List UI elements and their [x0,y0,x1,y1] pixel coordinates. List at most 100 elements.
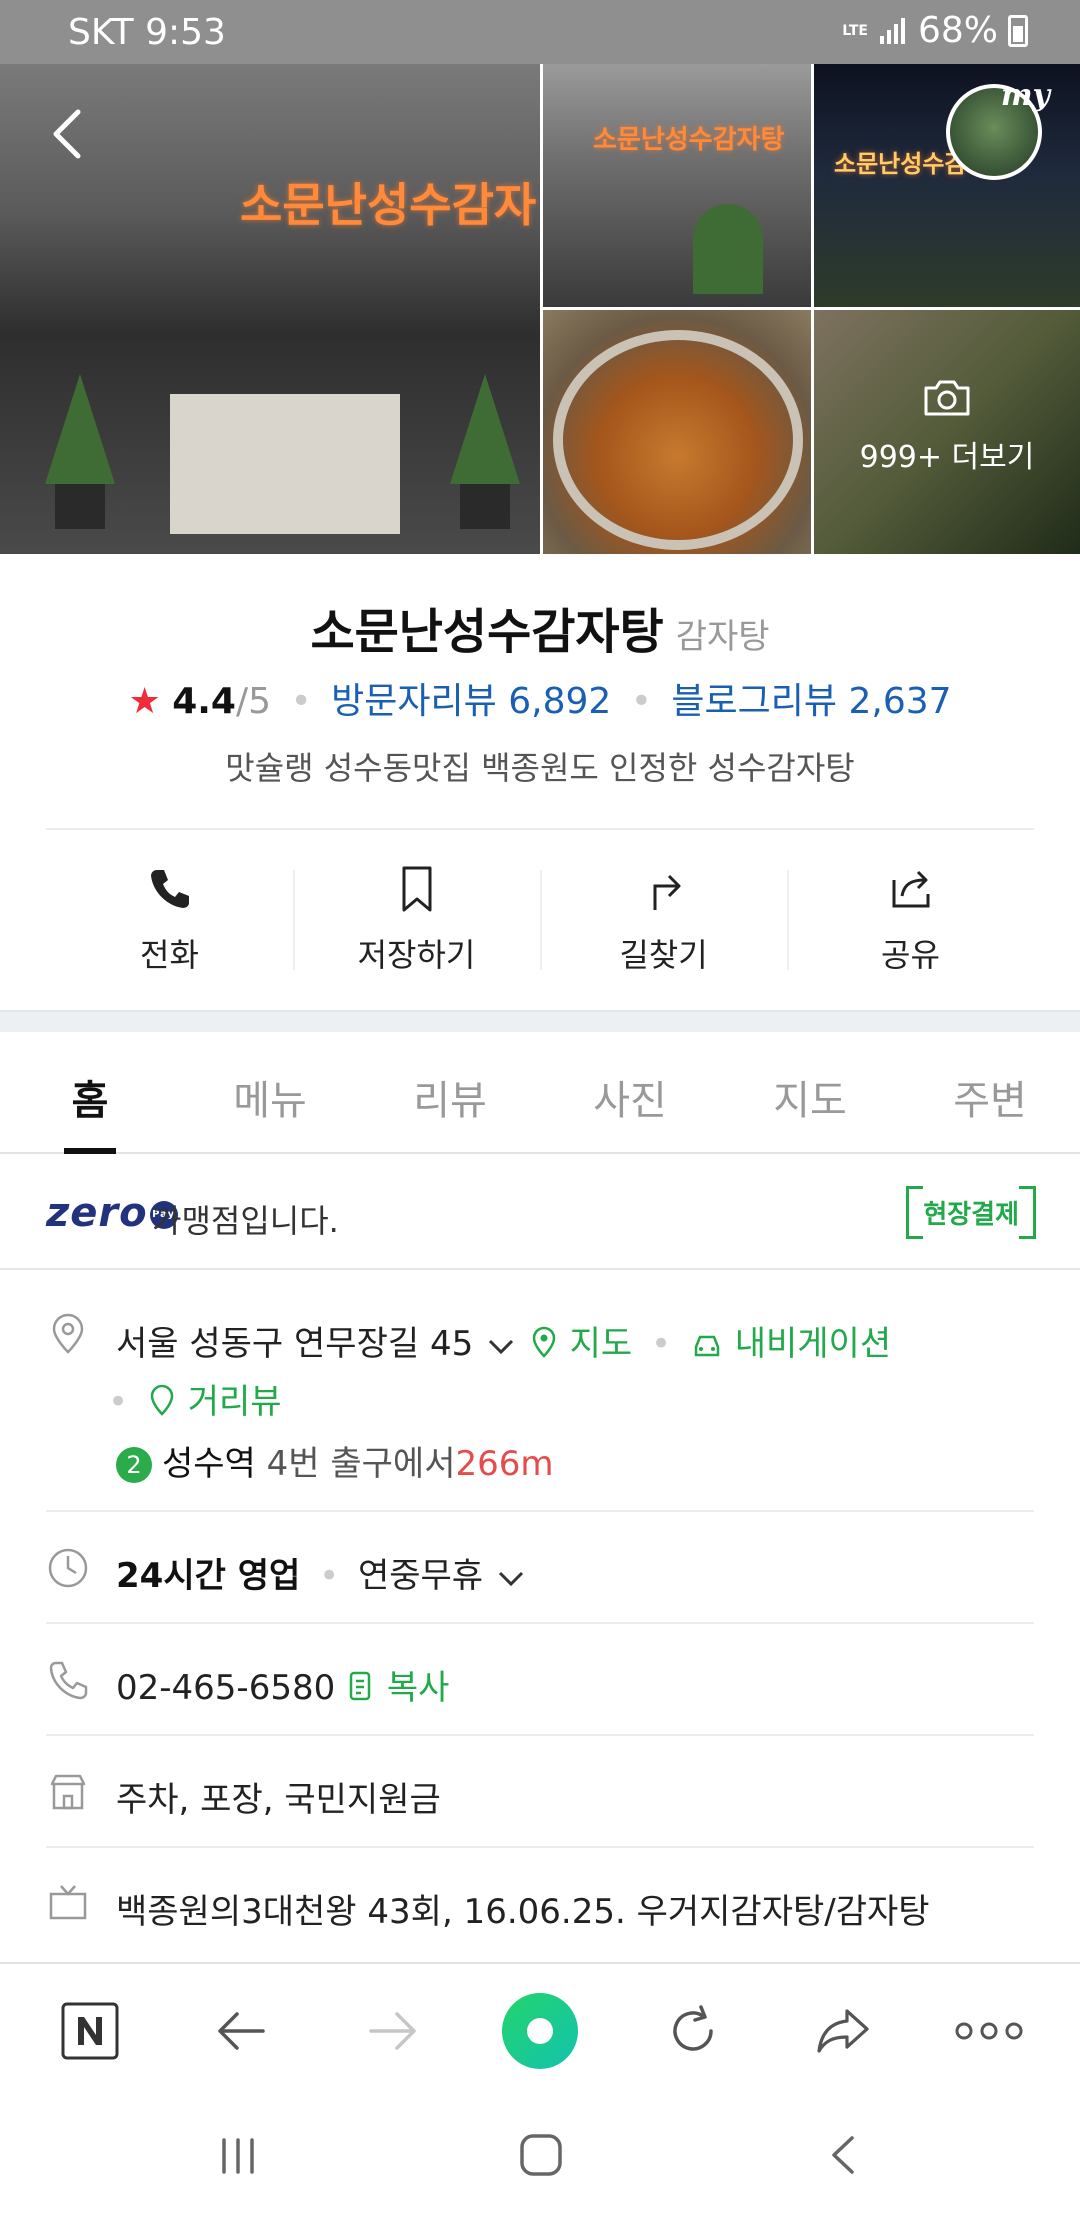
more-photos-label: 999+ 더보기 [859,440,1035,475]
tab-home[interactable]: 홈 [0,1032,180,1154]
subway-line-badge: 2 [116,1447,152,1483]
station-distance: 266m [455,1444,554,1484]
visitor-reviews-link[interactable]: 방문자리뷰 6,892 [331,681,611,722]
rating-value: 4.4 [172,681,236,722]
naver-home-button[interactable] [56,1964,124,2098]
carrier-time: SKT 9:53 [68,12,226,53]
browser-forward-button[interactable] [358,1964,428,2098]
more-dots-icon [955,2022,1023,2040]
arrow-right-icon [369,2012,416,2050]
chevron-down-icon[interactable] [494,1565,528,1591]
map-pin-icon [532,1326,556,1358]
clock-icon [48,1548,88,1588]
plant-graphic [45,374,115,529]
navigation-link[interactable]: 내비게이션 [735,1324,891,1364]
place-title: 소문난성수감자탕 감자탕 [0,592,1080,662]
home-icon[interactable] [518,2132,564,2178]
camera-icon [924,380,970,416]
call-label: 전화 [140,936,199,974]
phone-number[interactable]: 02-465-6580 [116,1668,335,1708]
naver-n-icon [61,2002,119,2060]
separator-dot: • [651,1324,672,1364]
browser-back-button[interactable] [206,1964,276,2098]
status-bar: SKT 9:53 LTE 68% [0,0,1080,64]
battery-icon [1008,14,1028,47]
green-dot-button[interactable] [500,1964,580,2098]
save-button[interactable]: 저장하기 [293,860,540,980]
phone-icon [150,870,189,908]
save-label: 저장하기 [357,936,476,974]
separator-dot: • [108,1382,129,1422]
hours-sub: 연중무휴 [357,1556,484,1596]
signal-icon [879,17,905,44]
plant-graphic [693,204,763,294]
exit-text: 4번 출구에서 [266,1444,456,1484]
photo-sign-text: 소문난성수감자탕 [593,125,785,155]
map-link[interactable]: 지도 [570,1324,633,1364]
green-dot-icon [502,1993,578,2069]
call-button[interactable]: 전화 [46,860,293,980]
zeropay-text: 가맹점입니다. [152,1202,339,1240]
place-name: 소문난성수감자탕 [310,604,664,660]
arrow-left-icon [218,2012,265,2050]
status-icons: LTE 68% [842,10,1028,51]
address-text: 서울 성동구 연무장길 45 [116,1324,474,1364]
share-label: 공유 [881,936,940,974]
photo-sign-text: 소문난성수감자 [240,178,537,232]
recent-apps-icon[interactable] [216,2134,260,2178]
tab-map[interactable]: 지도 [720,1032,900,1152]
lte-indicator: LTE [842,22,868,39]
station-name: 성수역 [162,1444,256,1484]
share-page-button[interactable] [808,1964,878,2098]
copy-button[interactable]: 복사 [387,1668,450,1708]
blog-reviews-link[interactable]: 블로그리뷰 2,637 [671,681,951,722]
onsite-payment-badge: 현장결제 [906,1186,1036,1239]
zeropay-logo-text: zero [46,1190,148,1236]
chevron-down-icon[interactable] [484,1333,518,1359]
divider [46,1510,1034,1512]
battery-percent: 68% [917,10,998,51]
divider [46,828,1034,830]
tv-appearance-text: 백종원의3대천왕 43회, 16.06.25. 우거지감자탕/감자탕 [116,1892,930,1932]
photo-thumb-1[interactable]: 소문난성수감자탕 [543,64,811,307]
streetview-link[interactable]: 거리뷰 [188,1382,282,1422]
share-icon [892,870,929,908]
browser-toolbar [0,1962,1080,2096]
phone-outline-icon [49,1661,88,1700]
hours-line[interactable]: 24시간 영업 • 연중무휴 [116,1548,528,1597]
tab-bar: 홈 메뉴 리뷰 사진 지도 주변 [0,1032,1080,1154]
refresh-button[interactable] [658,1964,728,2098]
tab-menu[interactable]: 메뉴 [180,1032,360,1152]
share-button[interactable]: 공유 [787,860,1034,980]
streetview-pin-icon [150,1384,174,1416]
subway-line: 2 성수역 4번 출구에서266m [116,1436,554,1485]
separator-dot: • [630,681,652,722]
tab-photos[interactable]: 사진 [540,1032,720,1152]
store-icon [50,1774,86,1810]
amenities-text: 주차, 포장, 국민지원금 [116,1780,441,1820]
refresh-icon [673,2005,713,2051]
zeropay-row: zero Pay 가맹점입니다. 현장결제 [0,1156,1080,1270]
directions-button[interactable]: 길찾기 [540,860,787,980]
place-category: 감자탕 [675,617,770,657]
rating-row: ★ 4.4/5 • 방문자리뷰 6,892 • 블로그리뷰 2,637 [0,672,1080,724]
tv-icon [49,1885,87,1920]
system-back-icon[interactable] [824,2132,860,2178]
rating-max: /5 [235,681,272,722]
place-description: 맛슐랭 성수동맛집 백종원도 인정한 성수감자탕 [225,749,855,787]
directions-label: 길찾기 [619,936,708,974]
more-photos[interactable]: 999+ 더보기 [814,378,1080,476]
tab-nearby[interactable]: 주변 [900,1032,1080,1152]
pot-graphic [553,330,803,550]
plant-graphic [450,374,520,529]
more-menu-button[interactable] [954,1964,1024,2098]
phone-line: 02-465-6580 복사 [116,1660,449,1709]
photo-thumb-3[interactable] [543,310,811,554]
section-gap [0,1010,1080,1032]
bookmark-icon [402,866,431,912]
photo-thumb-more[interactable]: 999+ 더보기 [814,310,1080,554]
back-arrow-icon[interactable] [40,104,100,164]
streetview-line: • 거리뷰 [108,1374,282,1423]
photo-gallery: 소문난성수감자 소문난성수감자탕 소문난성수감자탕 999+ 더보기 my [0,64,1080,554]
tab-reviews[interactable]: 리뷰 [360,1032,540,1152]
